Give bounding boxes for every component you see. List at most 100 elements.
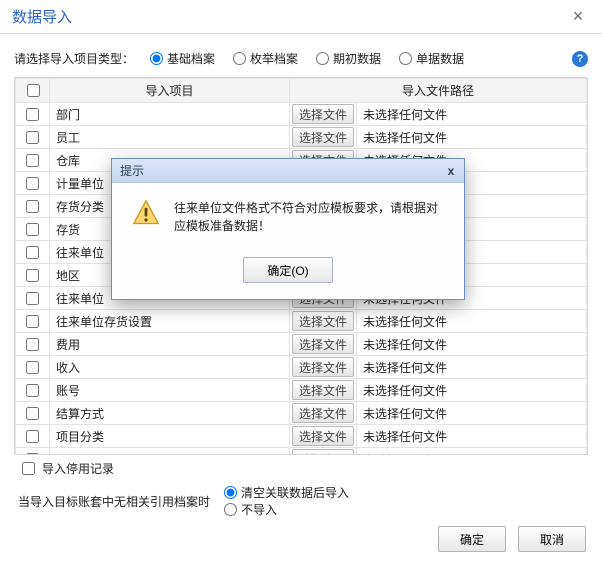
row-checkbox[interactable] — [26, 430, 39, 443]
row-file-path: 未选择任何文件 — [357, 425, 587, 448]
type-toolbar: 请选择导入项目类型： 基础档案 枚举档案 期初数据 单据数据 ? — [0, 34, 602, 77]
prompt-dialog: 提示 x 往来单位文件格式不符合对应模板要求，请根据对应模板准备数据！ 确定(O… — [111, 158, 465, 300]
prompt-message: 往来单位文件格式不符合对应模板要求，请根据对应模板准备数据！ — [174, 199, 448, 235]
prompt-close-icon[interactable]: x — [442, 164, 460, 178]
cancel-button[interactable]: 取消 — [518, 526, 586, 552]
row-checkbox-cell — [16, 425, 50, 448]
type-radio-item[interactable]: 期初数据 — [316, 50, 381, 67]
table-row: 项目选择文件未选择任何文件 — [16, 448, 587, 456]
row-choose-cell: 选择文件 — [290, 103, 357, 126]
row-checkbox-cell — [16, 448, 50, 456]
row-checkbox[interactable] — [26, 453, 39, 455]
row-checkbox[interactable] — [26, 407, 39, 420]
row-file-path: 未选择任何文件 — [357, 333, 587, 356]
row-checkbox[interactable] — [26, 292, 39, 305]
row-checkbox[interactable] — [26, 269, 39, 282]
import-disabled-checkbox[interactable] — [22, 462, 35, 475]
type-label: 请选择导入项目类型： — [14, 50, 134, 67]
table-row: 员工选择文件未选择任何文件 — [16, 126, 587, 149]
ok-button[interactable]: 确定 — [438, 526, 506, 552]
table-row: 结算方式选择文件未选择任何文件 — [16, 402, 587, 425]
import-disabled-option: 导入停用记录 — [18, 459, 588, 478]
missing-ref-radio-label: 不导入 — [241, 501, 277, 518]
row-project-name: 往来单位存货设置 — [50, 310, 290, 333]
row-project-name: 收入 — [50, 356, 290, 379]
table-header-row: 导入项目 导入文件路径 — [16, 79, 587, 103]
row-checkbox[interactable] — [26, 361, 39, 374]
row-project-name: 账号 — [50, 379, 290, 402]
table-row: 往来单位存货设置选择文件未选择任何文件 — [16, 310, 587, 333]
header-checkbox-cell — [16, 79, 50, 103]
row-choose-cell: 选择文件 — [290, 126, 357, 149]
missing-ref-radio[interactable] — [224, 486, 237, 499]
type-radio[interactable] — [316, 52, 329, 65]
header-project: 导入项目 — [50, 79, 290, 103]
row-checkbox[interactable] — [26, 131, 39, 144]
row-choose-cell: 选择文件 — [290, 425, 357, 448]
row-checkbox-cell — [16, 241, 50, 264]
missing-ref-row: 当导入目标账套中无相关引用档案时 清空关联数据后导入不导入 — [18, 484, 588, 518]
choose-file-button[interactable]: 选择文件 — [292, 403, 354, 423]
row-checkbox[interactable] — [26, 200, 39, 213]
header-checkbox[interactable] — [27, 84, 40, 97]
type-radio-label: 基础档案 — [167, 50, 215, 67]
choose-file-button[interactable]: 选择文件 — [292, 127, 354, 147]
header-path: 导入文件路径 — [290, 79, 587, 103]
row-project-name: 项目 — [50, 448, 290, 456]
choose-file-button[interactable]: 选择文件 — [292, 426, 354, 446]
row-checkbox[interactable] — [26, 223, 39, 236]
row-choose-cell: 选择文件 — [290, 402, 357, 425]
row-checkbox[interactable] — [26, 246, 39, 259]
choose-file-button[interactable]: 选择文件 — [292, 357, 354, 377]
row-checkbox-cell — [16, 218, 50, 241]
titlebar: 数据导入 × — [0, 0, 602, 34]
missing-ref-radio-item[interactable]: 清空关联数据后导入 — [224, 484, 349, 501]
choose-file-button[interactable]: 选择文件 — [292, 334, 354, 354]
type-radio[interactable] — [399, 52, 412, 65]
prompt-ok-button[interactable]: 确定(O) — [243, 257, 333, 283]
row-file-path: 未选择任何文件 — [357, 126, 587, 149]
missing-ref-label: 当导入目标账套中无相关引用档案时 — [18, 493, 210, 510]
type-radio-item[interactable]: 基础档案 — [150, 50, 215, 67]
row-checkbox-cell — [16, 333, 50, 356]
type-radio-label: 单据数据 — [416, 50, 464, 67]
row-checkbox-cell — [16, 103, 50, 126]
row-choose-cell: 选择文件 — [290, 333, 357, 356]
missing-ref-radio-item[interactable]: 不导入 — [224, 501, 349, 518]
missing-ref-radio[interactable] — [224, 503, 237, 516]
type-radio[interactable] — [233, 52, 246, 65]
type-radio[interactable] — [150, 52, 163, 65]
row-file-path: 未选择任何文件 — [357, 448, 587, 456]
row-file-path: 未选择任何文件 — [357, 103, 587, 126]
choose-file-button[interactable]: 选择文件 — [292, 104, 354, 124]
row-project-name: 员工 — [50, 126, 290, 149]
help-icon[interactable]: ? — [572, 51, 588, 67]
row-project-name: 结算方式 — [50, 402, 290, 425]
row-checkbox-cell — [16, 264, 50, 287]
type-radio-item[interactable]: 单据数据 — [399, 50, 464, 67]
row-checkbox[interactable] — [26, 154, 39, 167]
close-icon[interactable]: × — [562, 6, 594, 27]
row-checkbox[interactable] — [26, 384, 39, 397]
choose-file-button[interactable]: 选择文件 — [292, 449, 354, 455]
missing-ref-radio-group: 清空关联数据后导入不导入 — [224, 484, 363, 518]
row-checkbox[interactable] — [26, 338, 39, 351]
type-radio-item[interactable]: 枚举档案 — [233, 50, 298, 67]
row-checkbox[interactable] — [26, 108, 39, 121]
choose-file-button[interactable]: 选择文件 — [292, 380, 354, 400]
row-checkbox[interactable] — [26, 177, 39, 190]
row-file-path: 未选择任何文件 — [357, 402, 587, 425]
row-checkbox-cell — [16, 310, 50, 333]
prompt-title: 提示 — [120, 162, 144, 179]
table-row: 费用选择文件未选择任何文件 — [16, 333, 587, 356]
table-row: 部门选择文件未选择任何文件 — [16, 103, 587, 126]
row-checkbox-cell — [16, 195, 50, 218]
choose-file-button[interactable]: 选择文件 — [292, 311, 354, 331]
row-project-name: 部门 — [50, 103, 290, 126]
prompt-button-row: 确定(O) — [112, 247, 464, 299]
row-choose-cell: 选择文件 — [290, 379, 357, 402]
table-row: 账号选择文件未选择任何文件 — [16, 379, 587, 402]
row-checkbox-cell — [16, 379, 50, 402]
row-choose-cell: 选择文件 — [290, 448, 357, 456]
row-checkbox[interactable] — [26, 315, 39, 328]
